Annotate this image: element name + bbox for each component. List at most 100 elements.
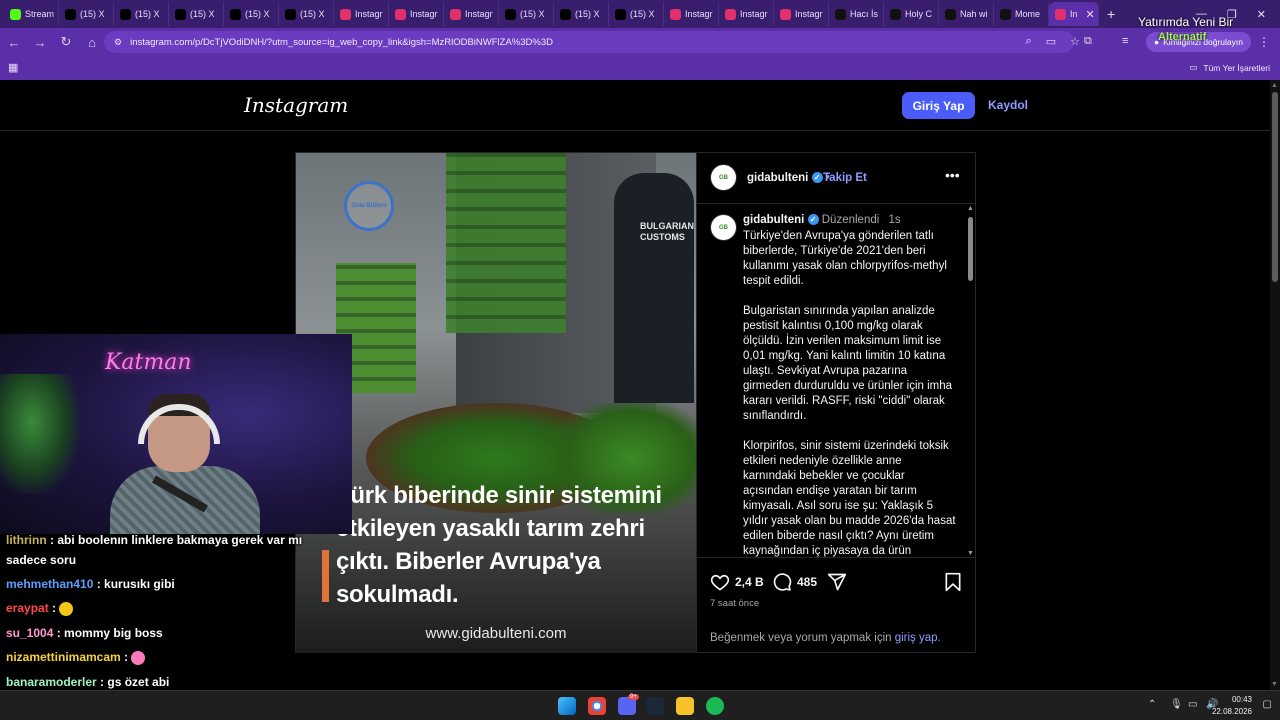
url-input[interactable]: ⚙ instagram.com/p/DcTjVOdiDNH/?utm_sourc… [104, 31, 1074, 53]
bookmarks-bar: ▦ ▭ Tüm Yer İşaretleri [0, 56, 1280, 80]
notification-icon[interactable]: ▢ [1263, 699, 1272, 710]
tiktok-icon [835, 8, 846, 20]
neon-sign: Katman [105, 350, 192, 375]
scroll-down-icon[interactable]: ▼ [1271, 681, 1278, 688]
browser-tab[interactable]: (15) X [279, 2, 334, 26]
close-window-icon[interactable]: ✕ [1257, 8, 1266, 21]
close-tab-icon[interactable]: ✕ [1086, 8, 1095, 21]
network-icon[interactable]: ▭ [1188, 699, 1197, 710]
page-scrollbar[interactable]: ▲ ▼ [1270, 80, 1280, 690]
tray-overflow-icon[interactable]: ⌃ [1148, 699, 1156, 710]
x-icon [285, 8, 296, 20]
login-button[interactable]: Giriş Yap [902, 92, 975, 119]
browser-tab[interactable]: Holy C [884, 2, 939, 26]
browser-tab[interactable]: Hacı İs [829, 2, 884, 26]
verified-icon: ✓ [807, 214, 819, 226]
chat-username[interactable]: nizamettinimamcam [6, 650, 121, 664]
browser-tab[interactable]: Nah wi [939, 2, 994, 26]
browser-tab[interactable]: (15) X [59, 2, 114, 26]
browser-tab[interactable]: Instagr [719, 2, 774, 26]
chrome-icon[interactable] [588, 697, 606, 715]
home-icon[interactable]: ⌂ [80, 35, 104, 50]
site-info-icon[interactable]: ⚙ [114, 37, 122, 48]
chat-username[interactable]: banaramoderler [6, 675, 97, 689]
author-username[interactable]: gidabulteni ✓ • [747, 172, 830, 184]
comment-button[interactable]: 485 [772, 572, 817, 592]
heart-icon [710, 574, 730, 591]
caption-scrollbar[interactable]: ▲ ▼ [967, 205, 975, 557]
spotify-icon[interactable] [706, 697, 724, 715]
browser-tab[interactable]: Instagr [334, 2, 389, 26]
save-button[interactable] [943, 572, 963, 592]
windows-start-icon[interactable] [558, 697, 576, 715]
browser-tab[interactable]: Instagr [774, 2, 829, 26]
browser-tab[interactable]: (15) X [609, 2, 664, 26]
author-avatar[interactable]: GB [710, 164, 737, 191]
x-icon [560, 8, 571, 20]
chat-username[interactable]: lithrinn [6, 533, 47, 547]
all-bookmarks[interactable]: ▭ Tüm Yer İşaretleri [1189, 62, 1270, 73]
folder-icon: ▭ [1189, 62, 1198, 72]
accent-bar [322, 550, 329, 602]
x-icon [120, 8, 131, 20]
browser-tab[interactable]: (15) X [554, 2, 609, 26]
reading-list-icon[interactable]: ≡ [1122, 35, 1128, 47]
browser-tab[interactable]: (15) X [499, 2, 554, 26]
extensions-icon[interactable]: ⧉ [1084, 35, 1092, 48]
browser-tab[interactable]: Instagr [389, 2, 444, 26]
chat-username[interactable]: eraypat [6, 601, 49, 615]
image-site: www.gidabulteni.com [425, 625, 567, 642]
zoom-icon[interactable]: ⌕ [1026, 35, 1032, 48]
instagram-logo[interactable]: Instagram [244, 93, 348, 117]
reload-icon[interactable]: ↻ [54, 34, 78, 50]
browser-tab[interactable]: Mome [994, 2, 1049, 26]
back-icon[interactable]: ← [2, 35, 26, 50]
chat-text: abi boolenın linklere bakmaya gerek var … [57, 533, 303, 547]
browser-tab[interactable]: Instagr [664, 2, 719, 26]
caption-scroll-thumb[interactable] [968, 217, 973, 281]
browser-tab[interactable]: (15) X [114, 2, 169, 26]
webcam-overlay: Katman [0, 334, 352, 534]
scrollbar-thumb[interactable] [1272, 92, 1278, 282]
hand-emote [131, 650, 146, 665]
more-options-icon[interactable]: ••• [945, 167, 960, 183]
chat-username[interactable]: mehmethan410 [6, 577, 93, 591]
browser-tab[interactable]: (15) X [169, 2, 224, 26]
share-button[interactable] [827, 572, 847, 592]
signup-link[interactable]: Kaydol [988, 98, 1028, 112]
clock[interactable]: 00:43 22.08.2026 [1212, 694, 1252, 718]
new-tab-icon[interactable]: + [1107, 6, 1115, 22]
scroll-up-icon[interactable]: ▲ [1271, 82, 1278, 89]
x-icon [65, 8, 76, 20]
browser-menu-icon[interactable]: ⋮ [1258, 35, 1270, 49]
bookmark-star-icon[interactable]: ☆ [1070, 35, 1080, 48]
post-image[interactable]: BULGARIAN CUSTOMS Gıda Bülteni Türk bibe… [296, 153, 696, 653]
cast-icon[interactable]: ▭ [1046, 35, 1056, 48]
microphone-icon[interactable]: 🎙 [1170, 699, 1183, 710]
chat-message: sadece soru [6, 553, 76, 567]
chat-text: kurusıkı gibi [104, 577, 175, 591]
chat-username[interactable]: su_1004 [6, 626, 53, 640]
login-link[interactable]: giriş yap. [895, 632, 941, 644]
like-button[interactable]: 2,4 B [710, 572, 764, 592]
taskbar: 9+ ⌃ 🎙 ▭ 🔊 00:43 22.08.2026 ▢ [0, 690, 1280, 720]
share-icon [827, 573, 847, 591]
steam-icon[interactable] [646, 697, 664, 715]
caption-area[interactable]: GB gidabulteni ✓ Düzenlendi 1s Türkiye'd… [697, 205, 967, 557]
browser-tab[interactable]: Stream [4, 2, 59, 26]
browser-tab[interactable]: In ✕ [1049, 2, 1099, 26]
instagram-header: Instagram Giriş Yap Kaydol [0, 80, 1270, 131]
scroll-down-icon[interactable]: ▼ [967, 550, 974, 557]
bookmark-icon [945, 572, 961, 592]
forward-icon[interactable]: → [28, 35, 52, 50]
follow-button[interactable]: Takip Et [823, 172, 867, 184]
instagram-icon [780, 8, 791, 20]
browser-tab[interactable]: (15) X [224, 2, 279, 26]
file-explorer-icon[interactable] [676, 697, 694, 715]
post-card: BULGARIAN CUSTOMS Gıda Bülteni Türk bibe… [295, 152, 976, 653]
browser-tab[interactable]: Instagr [444, 2, 499, 26]
scroll-up-icon[interactable]: ▲ [967, 205, 974, 212]
apps-grid-icon[interactable]: ▦ [8, 61, 18, 74]
chat-text: mommy big boss [64, 626, 163, 640]
caption-avatar[interactable]: GB [710, 214, 737, 241]
